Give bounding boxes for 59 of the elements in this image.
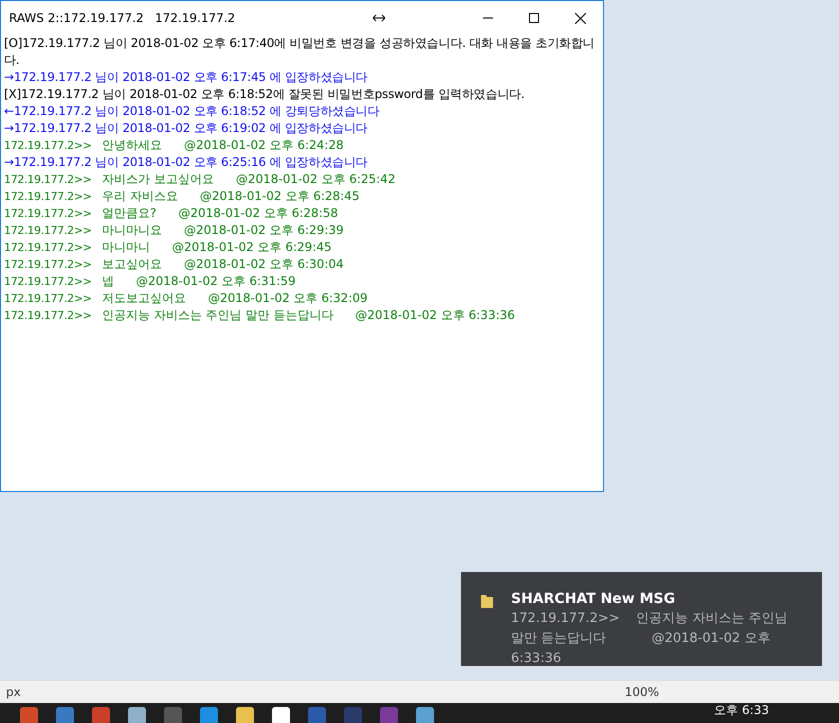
log-line: →172.19.177.2 님이 2018-01-02 오후 6:19:02 에 입장하셨습니다 <box>4 120 368 137</box>
taskbar-app-icon[interactable] <box>56 707 74 723</box>
message-sender: 172.19.177.2>> <box>4 274 93 290</box>
message-time: @2018-01-02 오후 6:32:09 <box>208 290 368 307</box>
message-text: 보고싶어요 <box>102 256 162 273</box>
message-text: 저도보고싶어요 <box>102 290 186 307</box>
taskbar-app-icon[interactable] <box>200 707 218 723</box>
message-sender: 172.19.177.2>> <box>4 206 93 222</box>
message-sender: 172.19.177.2>> <box>4 240 93 256</box>
taskbar-app-icon[interactable] <box>20 707 38 723</box>
message-text: 넵 <box>102 273 114 290</box>
taskbar-app-icon[interactable] <box>380 707 398 723</box>
window-title: RAWS 2::172.19.177.2 172.19.177.2 <box>9 11 236 25</box>
log-line: [X]172.19.177.2 님이 2018-01-02 오후 6:18:52에 잘못된 비밀번호pssword를 입력하였습니다. <box>4 86 526 103</box>
message-time: @2018-01-02 오후 6:31:59 <box>136 273 296 290</box>
message-sender: 172.19.177.2>> <box>4 308 93 324</box>
notification-title: SHARCHAT New MSG <box>511 590 676 609</box>
close-icon <box>574 12 586 24</box>
notification-toast[interactable]: SHARCHAT New MSG 172.19.177.2>> 인공지능 자비스는 주인님 말만 듣는답니다 @2018-01-02 오후 6:33:36 <box>461 572 822 666</box>
message-time: @2018-01-02 오후 6:25:42 <box>236 171 396 188</box>
message-sender: 172.19.177.2>> <box>4 172 93 188</box>
message-text: 마니마니요 <box>102 222 162 239</box>
message-time: @2018-01-02 오후 6:30:04 <box>184 256 344 273</box>
taskbar-app-icon[interactable] <box>92 707 110 723</box>
message-time: @2018-01-02 오후 6:29:45 <box>172 239 332 256</box>
taskbar-app-icon[interactable] <box>164 707 182 723</box>
zoom-level: 100% <box>624 685 659 699</box>
log-line: →172.19.177.2 님이 2018-01-02 오후 6:17:45 에 입장하셨습니다 <box>4 69 368 86</box>
clock: 오후 6:33 <box>714 703 769 717</box>
message-sender: 172.19.177.2>> <box>4 291 93 307</box>
message-text: 자비스가 보고싶어요 <box>102 171 214 188</box>
message-time: @2018-01-02 오후 6:33:36 <box>355 307 515 324</box>
log-line: →172.19.177.2 님이 2018-01-02 오후 6:25:16 에 입장하셨습니다 <box>4 154 368 171</box>
message-text: 안녕하세요 <box>102 137 162 154</box>
message-text: 얼만큼요? <box>102 205 156 222</box>
message-time: @2018-01-02 오후 6:28:45 <box>200 188 360 205</box>
taskbar-app-icon[interactable] <box>416 707 434 723</box>
taskbar-app-icon[interactable] <box>128 707 146 723</box>
taskbar-app-icon[interactable] <box>272 707 290 723</box>
message-time: @2018-01-02 오후 6:24:28 <box>184 137 344 154</box>
message-text: 마니마니 <box>102 239 150 256</box>
message-time: @2018-01-02 오후 6:29:39 <box>184 222 344 239</box>
log-line: [O]172.19.177.2 님이 2018-01-02 오후 6:17:40에 비밀번호 변경을 성공하였습니다. 대화 내용을 초기화합니다. <box>4 35 596 69</box>
message-sender: 172.19.177.2>> <box>4 223 93 239</box>
folder-icon <box>481 594 493 608</box>
message-time: @2018-01-02 오후 6:28:58 <box>178 205 338 222</box>
taskbar-app-icon[interactable] <box>236 707 254 723</box>
message-sender: 172.19.177.2>> <box>4 138 93 154</box>
message-text: 인공지능 자비스는 주인님 말만 듣는답니다 <box>102 307 334 324</box>
log-line: ←172.19.177.2 님이 2018-01-02 오후 6:18:52 에 강퇴당하셨습니다 <box>4 103 380 120</box>
maximize-icon <box>529 13 539 23</box>
message-text: 우리 자비스요 <box>102 188 178 205</box>
taskbar-app-icon[interactable] <box>308 707 326 723</box>
resize-icon <box>373 14 385 22</box>
message-sender: 172.19.177.2>> <box>4 257 93 273</box>
notification-body: 172.19.177.2>> 인공지능 자비스는 주인님 말만 듣는답니다 @2018-01-02 오후 6:33:36 <box>511 610 788 668</box>
message-sender: 172.19.177.2>> <box>4 189 93 205</box>
unit-label: px <box>5 685 22 699</box>
taskbar-app-icon[interactable] <box>344 707 362 723</box>
